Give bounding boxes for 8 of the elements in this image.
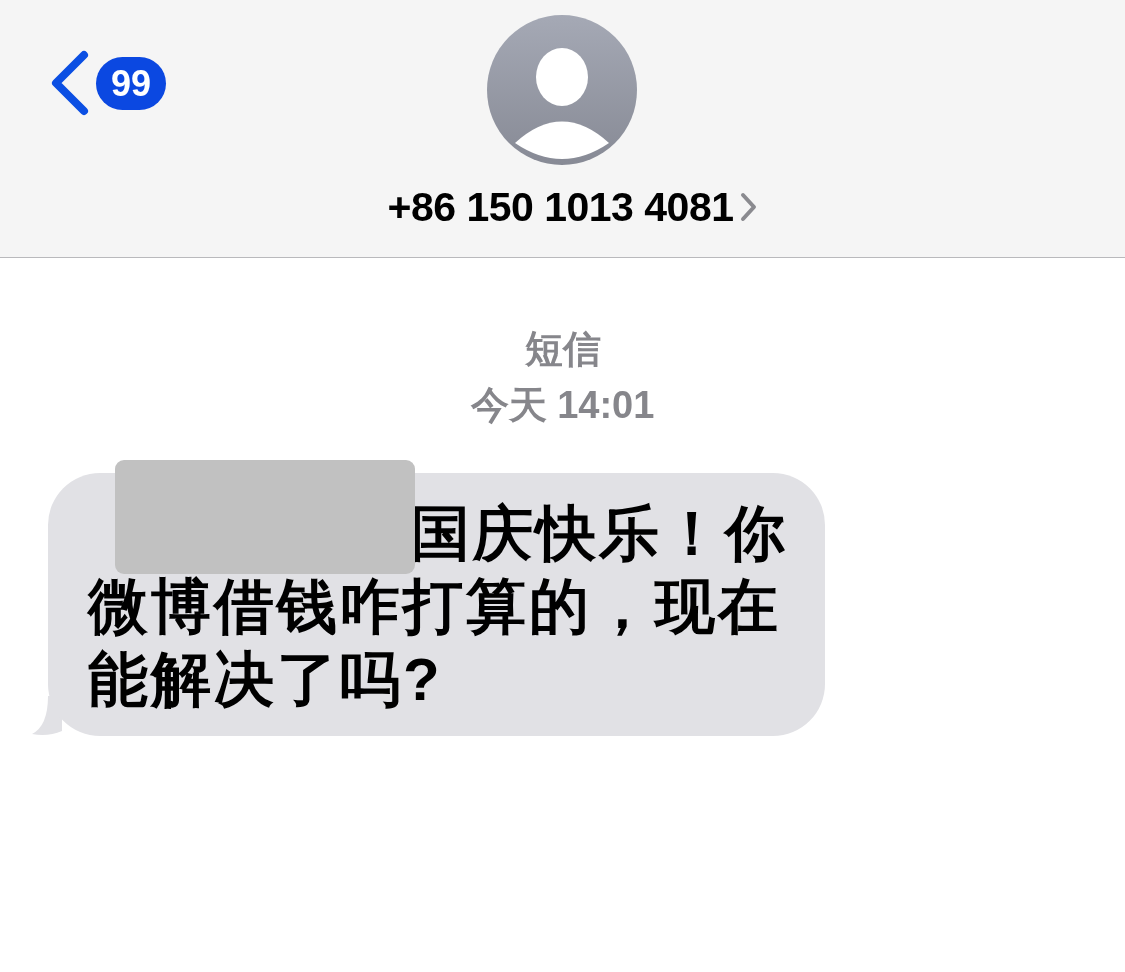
- message-text: 国庆快乐！你微博借钱咋打算的，现在能解决了吗?: [88, 499, 789, 715]
- message-service-label: 短信: [524, 327, 601, 372]
- avatar-icon[interactable]: [487, 15, 637, 165]
- contact-name-button[interactable]: +86 150 1013 4081: [387, 180, 734, 234]
- back-chevron-icon: [50, 50, 90, 116]
- unread-count-badge: 99: [96, 56, 167, 110]
- back-button[interactable]: 99: [50, 50, 167, 116]
- message-timestamp: 今天 14:01: [470, 383, 655, 428]
